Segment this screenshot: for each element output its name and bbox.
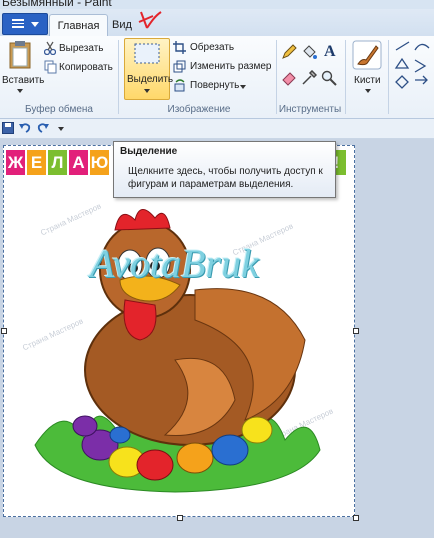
group-divider	[118, 40, 119, 114]
magnifier-tool[interactable]	[321, 70, 339, 88]
tools-group-label: Инструменты	[278, 104, 342, 115]
chevron-down-icon	[31, 22, 39, 27]
red-annotation-mark	[138, 11, 162, 29]
color-picker-tool[interactable]	[301, 69, 319, 88]
resize-handle[interactable]	[177, 515, 183, 521]
group-divider	[345, 40, 346, 114]
chevron-down-icon	[365, 89, 371, 93]
undo-button[interactable]	[19, 122, 31, 134]
text-a-icon: A	[324, 43, 336, 60]
pencil-tool[interactable]	[281, 44, 299, 62]
file-menu-button[interactable]	[2, 13, 48, 35]
selection-border	[3, 145, 355, 517]
crop-label: Обрезать	[190, 42, 235, 53]
group-divider	[276, 40, 277, 114]
chevron-down-icon	[58, 127, 64, 131]
eraser-icon	[282, 72, 296, 86]
resize-handle[interactable]	[1, 328, 7, 334]
undo-icon	[19, 123, 31, 133]
crop-button[interactable]: Обрезать	[173, 41, 239, 56]
customize-qat-button[interactable]	[57, 124, 67, 134]
select-label: Выделить	[127, 74, 174, 85]
shapes-icon	[394, 41, 430, 89]
crop-icon	[173, 41, 186, 54]
select-tooltip: Выделение Щелкните здесь, чтобы получить…	[113, 141, 336, 198]
image-group-label: Изображение	[167, 104, 231, 115]
group-divider	[388, 40, 389, 114]
menu-icon	[12, 19, 24, 28]
magnifier-icon	[321, 70, 337, 86]
copy-label: Копировать	[59, 62, 113, 73]
tab-home[interactable]: Главная	[49, 14, 108, 37]
save-button[interactable]	[2, 122, 14, 134]
cut-button[interactable]: Вырезать	[44, 41, 114, 57]
paste-button[interactable]: Вставить	[2, 38, 44, 98]
chevron-down-icon	[144, 89, 150, 93]
selection-icon	[134, 43, 160, 64]
copy-icon	[44, 60, 57, 74]
chevron-down-icon	[240, 85, 246, 89]
eyedropper-icon	[302, 69, 318, 85]
pencil-icon	[282, 44, 297, 59]
brushes-button[interactable]: Кисти	[348, 38, 386, 98]
shapes-gallery[interactable]	[393, 40, 434, 96]
tooltip-body: Щелкните здесь, чтобы получить доступ к …	[128, 166, 323, 190]
scissors-icon	[44, 41, 56, 55]
brushes-label: Кисти	[354, 75, 381, 86]
fill-tool[interactable]	[301, 44, 319, 62]
redo-button[interactable]	[37, 122, 49, 134]
resize-button[interactable]: Изменить размер	[173, 60, 273, 75]
clipboard-group-label: Буфер обмена	[25, 104, 93, 115]
brush-icon	[352, 40, 382, 70]
title-bar: Безымянный - Paint	[0, 0, 434, 9]
tooltip-title: Выделение	[120, 146, 178, 157]
floppy-disk-icon	[2, 122, 14, 134]
cut-label: Вырезать	[59, 43, 104, 54]
select-button[interactable]: Выделить	[124, 38, 174, 100]
rotate-label: Повернуть	[190, 80, 240, 91]
copy-button[interactable]: Копировать	[44, 60, 118, 76]
chevron-down-icon	[17, 89, 23, 93]
tab-view[interactable]: Вид	[110, 14, 134, 36]
paint-bucket-icon	[303, 45, 317, 59]
text-tool[interactable]: A	[321, 43, 339, 61]
clipboard-icon	[9, 41, 31, 69]
rotate-button[interactable]: Повернуть	[173, 79, 249, 94]
paste-label: Вставить	[2, 75, 45, 86]
rotate-icon	[174, 79, 185, 92]
eraser-tool[interactable]	[281, 70, 299, 88]
resize-handle[interactable]	[353, 328, 359, 334]
redo-icon	[37, 123, 49, 133]
resize-handle[interactable]	[353, 515, 359, 521]
resize-icon	[173, 60, 186, 73]
resize-label: Изменить размер	[190, 61, 272, 72]
window-title: Безымянный - Paint	[2, 0, 112, 9]
